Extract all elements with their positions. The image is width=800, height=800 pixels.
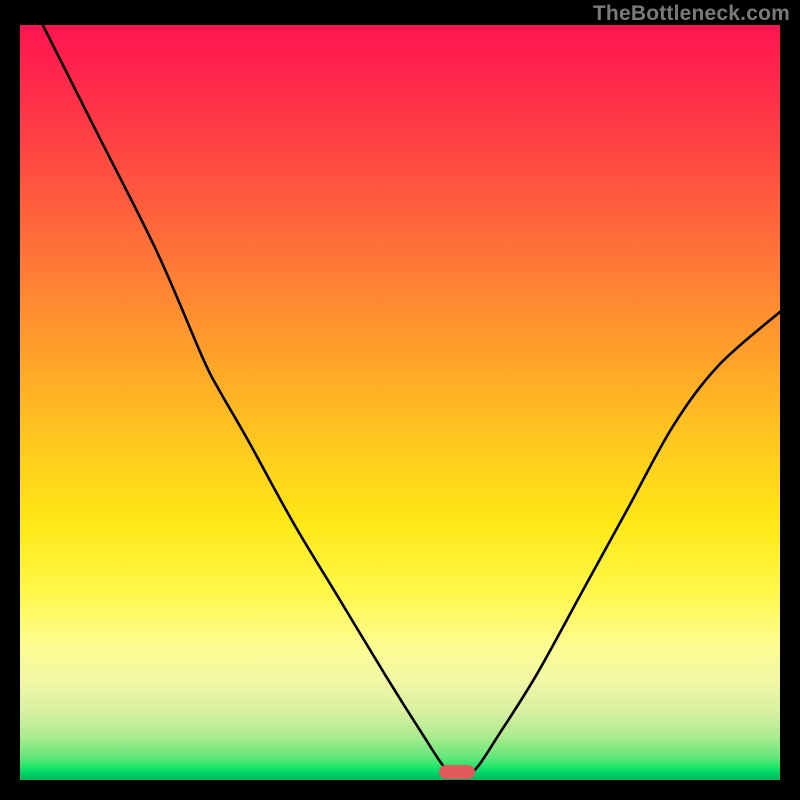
chart-frame: TheBottleneck.com <box>0 0 800 800</box>
bottleneck-curve <box>20 25 780 780</box>
optimum-marker-icon <box>439 765 475 779</box>
plot-area <box>20 25 780 780</box>
watermark-text: TheBottleneck.com <box>593 2 790 26</box>
